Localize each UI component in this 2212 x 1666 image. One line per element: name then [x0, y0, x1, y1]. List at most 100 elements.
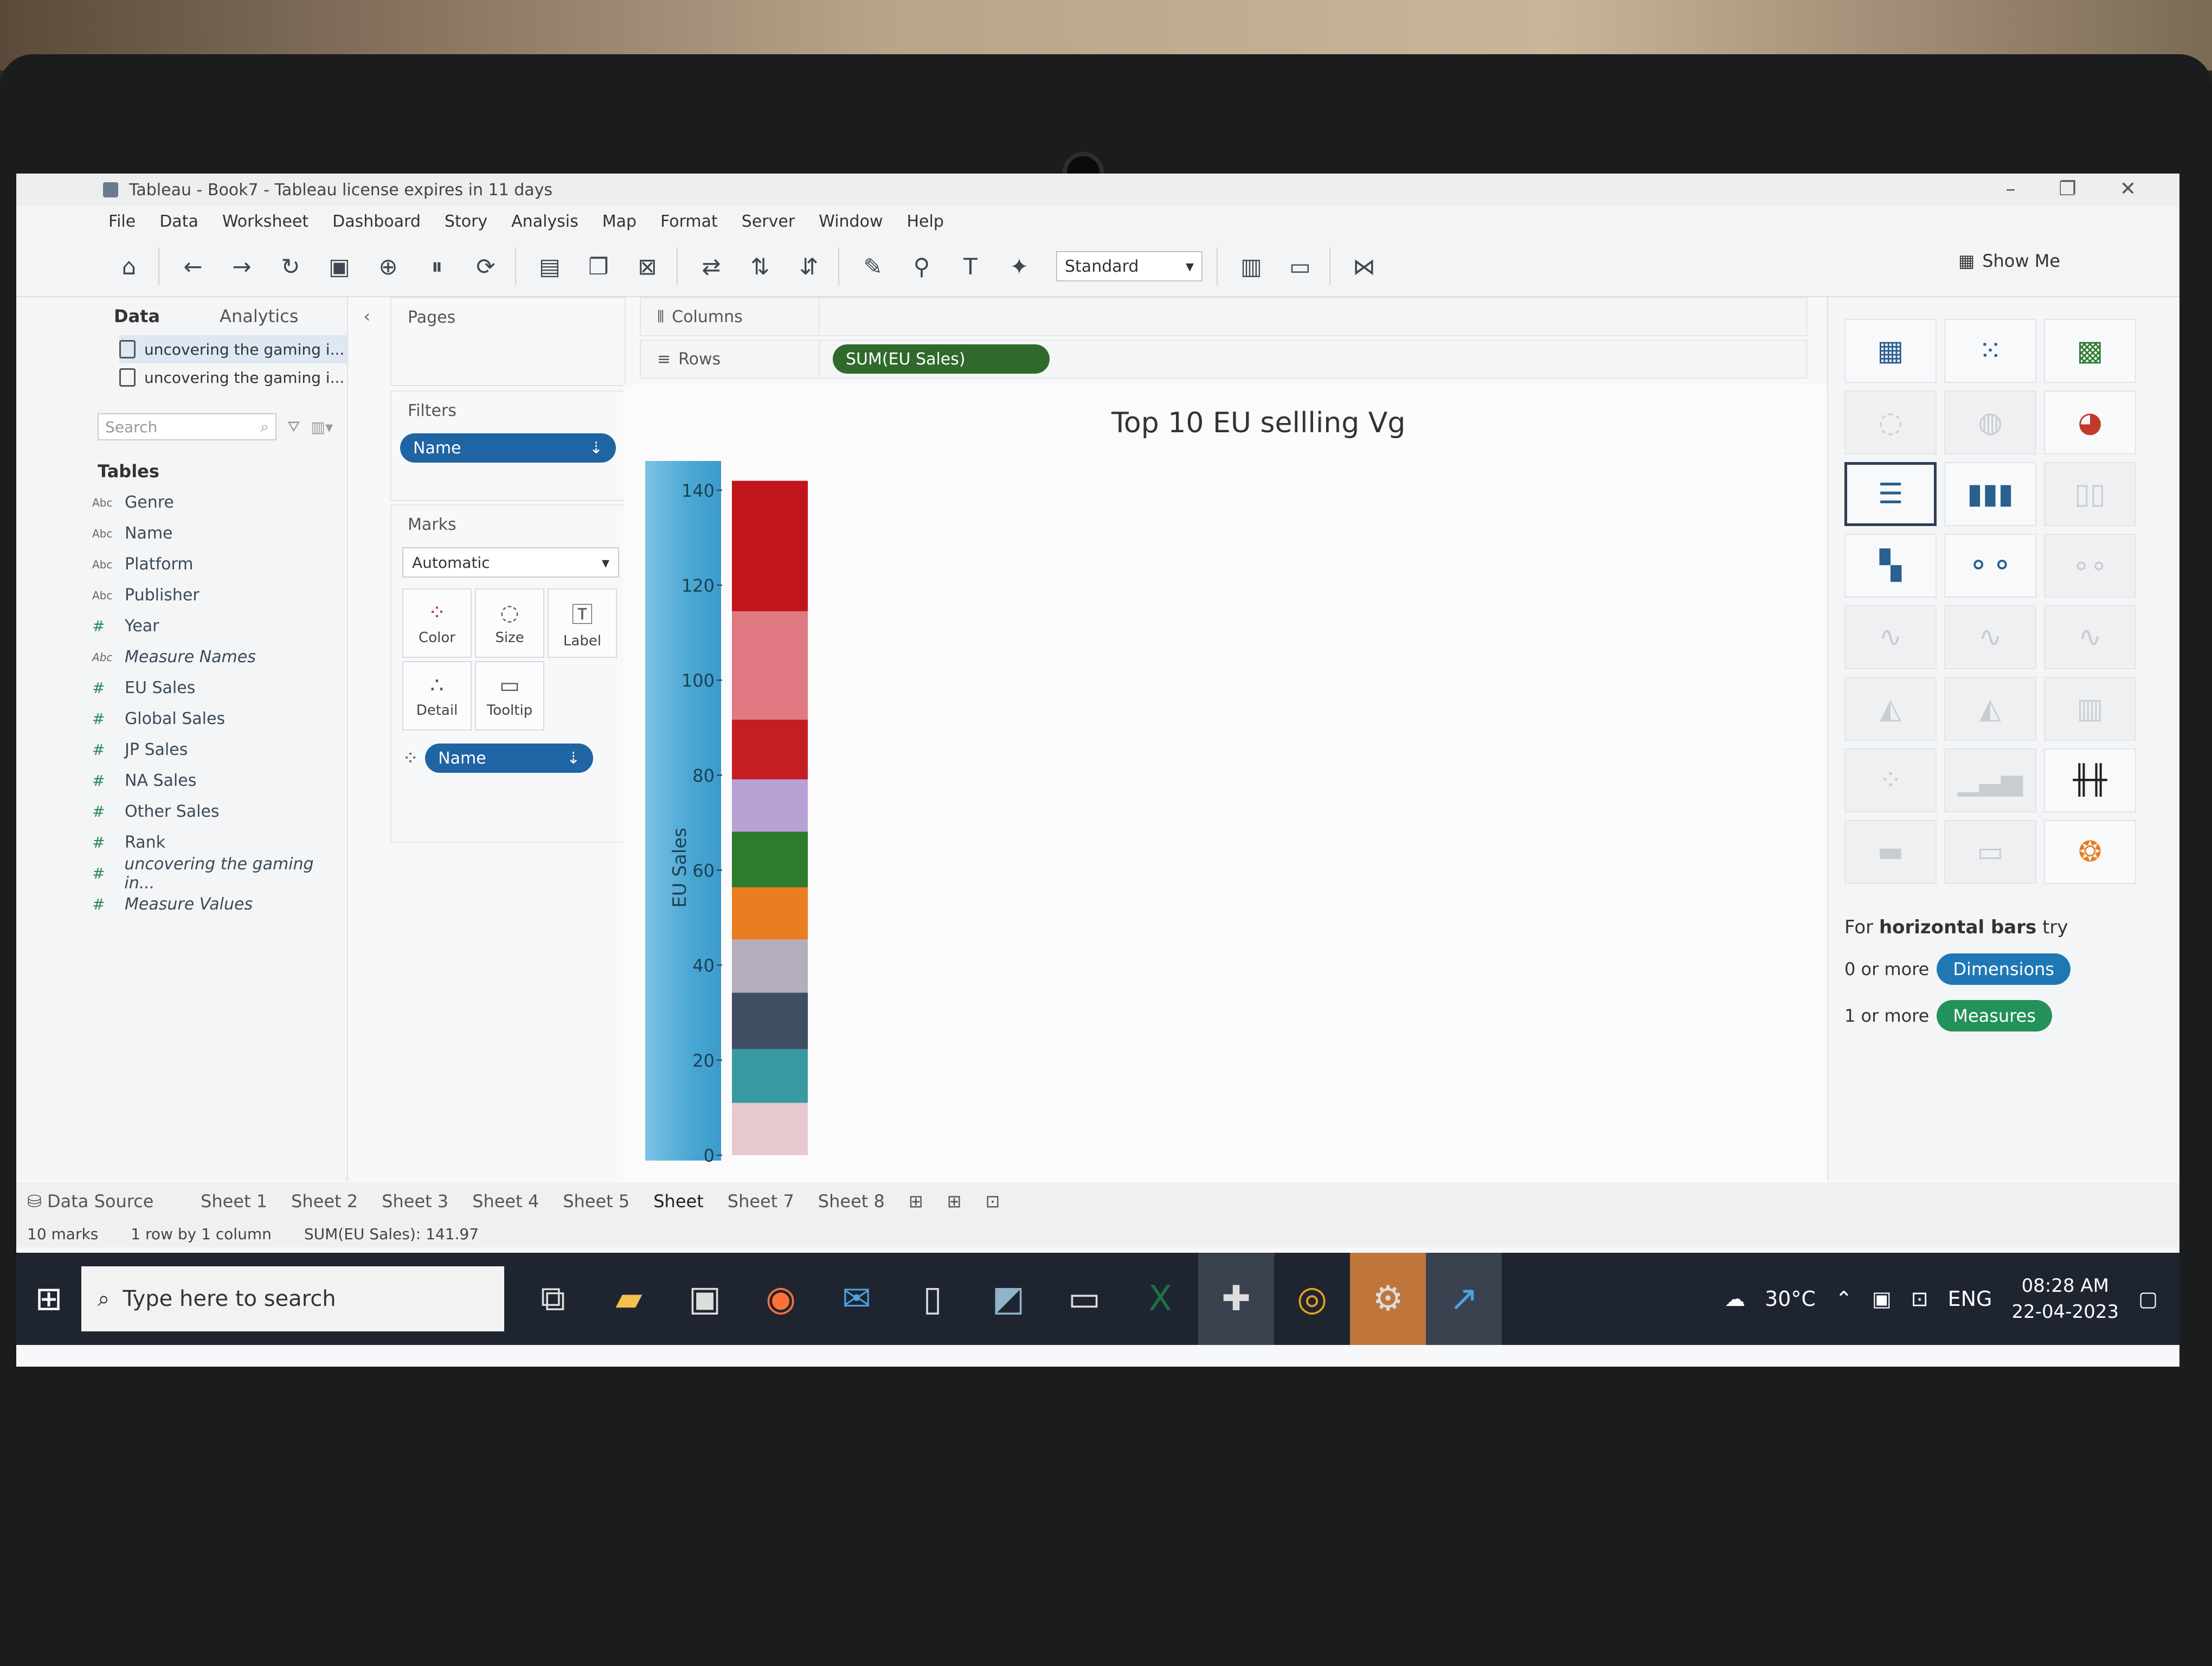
packed-bubbles-icon[interactable]: ❂ [2044, 820, 2136, 884]
sheet-tab-1[interactable]: Sheet 1 [201, 1191, 267, 1212]
sheet-tab-current[interactable]: Sheet [653, 1191, 704, 1212]
swap-icon[interactable]: ⇄ [696, 251, 726, 281]
highlight-icon[interactable]: ✎ [858, 251, 888, 281]
language-indicator[interactable]: ENG [1948, 1287, 1992, 1311]
taskbar-search-input[interactable]: ⌕ Type here to search [81, 1266, 504, 1331]
area-discrete-icon[interactable]: ◭ [1944, 677, 2036, 741]
datasource-item[interactable]: uncovering the gaming i... [119, 363, 347, 392]
chevron-up-icon[interactable]: ⌃ [1835, 1287, 1853, 1311]
replay-icon[interactable]: ↻ [275, 251, 306, 281]
fit-select[interactable]: Standard ▾ [1056, 251, 1203, 281]
home-icon[interactable]: ⌂ [114, 251, 144, 281]
menu-analysis[interactable]: Analysis [511, 212, 578, 231]
marks-pill-name[interactable]: Name ⇣ [425, 744, 594, 773]
network-icon[interactable]: ⊡ [1911, 1287, 1928, 1311]
tooltip-button[interactable]: ▭ Tooltip [475, 661, 544, 731]
windows-start-icon[interactable]: ⊞ [16, 1253, 81, 1345]
circle-view-icon[interactable]: ⚬⚬ [1944, 534, 2036, 598]
field-genre[interactable]: Abc Genre [92, 487, 347, 518]
duplicate-sheet-icon[interactable]: ❐ [583, 251, 614, 281]
collapse-pane-icon[interactable]: ‹ [363, 306, 370, 326]
columns-shelf[interactable]: ⦀ Columns [640, 297, 1808, 336]
field-publisher[interactable]: Abc Publisher [92, 580, 347, 611]
color-button[interactable]: ⁘ Color [402, 588, 472, 658]
sort-ascending-icon[interactable]: ⇅ [745, 251, 775, 281]
menu-map[interactable]: Map [602, 212, 636, 231]
mark-type-select[interactable]: Automatic ▾ [402, 547, 619, 578]
field-measure-names[interactable]: Abc Measure Names [92, 642, 347, 672]
field-measure-values[interactable]: # Measure Values [92, 889, 347, 920]
weather-temp[interactable]: 30°C [1765, 1287, 1816, 1311]
firefox-icon[interactable]: ◉ [743, 1253, 819, 1345]
field-record-count[interactable]: # uncovering the gaming in... [92, 855, 347, 893]
continuous-lines-icon[interactable]: ∿ [1844, 605, 1937, 669]
pause-updates-icon[interactable]: ⏸ [422, 251, 452, 281]
store-icon[interactable]: ▣ [667, 1253, 743, 1345]
mail-icon[interactable]: ✉ [819, 1253, 895, 1345]
sheet-tab-8[interactable]: Sheet 8 [818, 1191, 885, 1212]
new-worksheet-icon[interactable]: ▤ [535, 251, 565, 281]
pie-chart-icon[interactable]: ◕ [2044, 390, 2136, 454]
menu-dashboard[interactable]: Dashboard [332, 212, 421, 231]
sheet-tab-7[interactable]: Sheet 7 [728, 1191, 794, 1212]
side-by-side-circles-icon[interactable]: ∘∘ [2044, 534, 2136, 598]
fix-axes-icon[interactable]: ✦ [1004, 251, 1034, 281]
area-continuous-icon[interactable]: ◭ [1844, 677, 1937, 741]
text-table-icon[interactable]: ▦ [1844, 319, 1937, 383]
bar-segment-4[interactable] [732, 939, 808, 993]
notepad-icon[interactable]: ▯ [895, 1253, 970, 1345]
undo-icon[interactable]: ← [178, 251, 208, 281]
sheet-tab-3[interactable]: Sheet 3 [382, 1191, 448, 1212]
bar-segment-5[interactable] [732, 887, 808, 940]
field-eu-sales[interactable]: # EU Sales [92, 672, 347, 703]
sheet-tab-4[interactable]: Sheet 4 [472, 1191, 539, 1212]
tab-data[interactable]: Data [114, 306, 160, 326]
bar-segment-10[interactable] [732, 480, 808, 612]
box-plot-icon[interactable]: ╫╫ [2044, 748, 2136, 812]
heat-map-icon[interactable]: ⁙ [1944, 319, 2036, 383]
menu-story[interactable]: Story [445, 212, 487, 231]
rows-pill-sum-eu-sales[interactable]: SUM(EU Sales) [833, 344, 1050, 374]
minimize-button[interactable]: – [2006, 178, 2016, 200]
field-global-sales[interactable]: # Global Sales [92, 703, 347, 734]
chrome-icon[interactable]: ◎ [1274, 1253, 1350, 1345]
discrete-lines-icon[interactable]: ∿ [1944, 605, 2036, 669]
new-datasource-icon[interactable]: ⊕ [373, 251, 403, 281]
treemap-icon[interactable]: ▚ [1844, 534, 1937, 598]
field-jp-sales[interactable]: # JP Sales [92, 734, 347, 765]
notification-icon[interactable]: ▢ [2138, 1287, 2158, 1311]
clock[interactable]: 08:28 AM 22-04-2023 [2012, 1273, 2119, 1325]
bar-segment-7[interactable] [732, 779, 808, 832]
bar-segment-2[interactable] [732, 1049, 808, 1103]
sort-descending-icon[interactable]: ⇵ [794, 251, 824, 281]
clear-sheet-icon[interactable]: ⊠ [632, 251, 663, 281]
show-cards-icon[interactable]: ▥ [1236, 251, 1266, 281]
pages-shelf[interactable]: Pages [390, 297, 626, 386]
dual-combination-icon[interactable]: ▥ [2044, 677, 2136, 741]
excel-icon[interactable]: X [1122, 1253, 1198, 1345]
gantt-chart-icon[interactable]: ▬ [1844, 820, 1937, 884]
scatter-plot-icon[interactable]: ⁘ [1844, 748, 1937, 812]
menu-worksheet[interactable]: Worksheet [222, 212, 308, 231]
dual-lines-icon[interactable]: ∿ [2044, 605, 2136, 669]
new-story-icon[interactable]: ⊡ [985, 1191, 1000, 1212]
bullet-graph-icon[interactable]: ▭ [1944, 820, 2036, 884]
app-shortcut-icon[interactable]: ↗ [1426, 1253, 1502, 1345]
field-year[interactable]: # Year [92, 611, 347, 642]
save-icon[interactable]: ▣ [324, 251, 355, 281]
bar-segment-6[interactable] [732, 831, 808, 888]
label-button[interactable]: 🅃 Label [548, 588, 617, 658]
bar-segment-9[interactable] [732, 611, 808, 720]
presentation-mode-icon[interactable]: ▭ [1285, 251, 1315, 281]
meet-now-icon[interactable]: ▣ [1872, 1287, 1892, 1311]
restore-button[interactable]: ❐ [2059, 178, 2076, 200]
sheet-tab-5[interactable]: Sheet 5 [563, 1191, 629, 1212]
filter-pill-name[interactable]: Name ⇣ [400, 433, 616, 463]
file-explorer-icon[interactable]: ▰ [591, 1253, 667, 1345]
new-dashboard-icon[interactable]: ⊞ [947, 1191, 962, 1212]
side-by-side-bars-icon[interactable]: ▯▯ [2044, 462, 2136, 526]
weather-icon[interactable]: ☁ [1725, 1287, 1745, 1311]
menu-format[interactable]: Format [660, 212, 718, 231]
group-icon[interactable]: ⚲ [906, 251, 937, 281]
field-search-input[interactable]: Search ⌕ [98, 413, 276, 440]
